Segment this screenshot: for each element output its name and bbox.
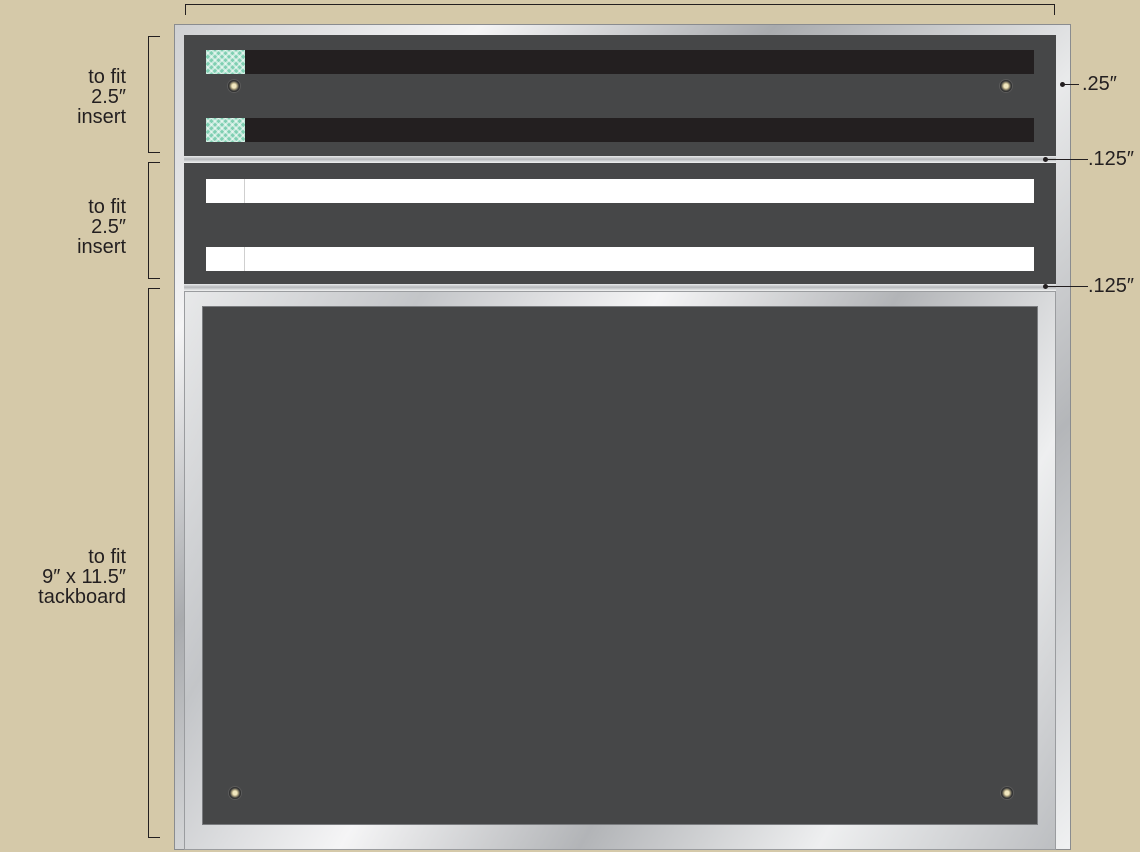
- label-top-line-1: to fit: [88, 66, 126, 88]
- middle-insert-strip-1: [206, 179, 1034, 203]
- label-middle-line-2: 2.5″: [91, 216, 126, 238]
- screw-top-right: [1000, 80, 1012, 92]
- label-middle-line-1: to fit: [88, 196, 126, 218]
- overall-width-line: [185, 4, 1055, 5]
- dim-gap-bottom: .125″: [1088, 275, 1135, 297]
- label-middle-insert: to fit 2.5″ insert: [40, 197, 126, 257]
- bracket-top-vertical: [148, 36, 149, 153]
- top-insert-strip-2: [206, 118, 1034, 142]
- divider-1: [184, 156, 1056, 163]
- bracket-top-cap: [148, 36, 160, 37]
- green-tab-2: [206, 118, 245, 142]
- label-top-line-2: 2.5″: [91, 86, 126, 108]
- label-middle-line-3: insert: [77, 236, 126, 258]
- bracket-middle-foot: [148, 278, 160, 279]
- dim-gap-top: .25″: [1082, 73, 1117, 95]
- label-tackboard-line-3: tackboard: [38, 586, 126, 608]
- overall-width-tick-right: [1054, 4, 1055, 15]
- bracket-top-foot: [148, 152, 160, 153]
- bracket-middle-vertical: [148, 162, 149, 279]
- bracket-bottom-cap: [148, 288, 160, 289]
- dim-gap-middle: .125″: [1088, 148, 1135, 170]
- label-top-line-3: insert: [77, 106, 126, 128]
- bracket-middle-cap: [148, 162, 160, 163]
- callout-line-3: [1046, 286, 1088, 287]
- green-tab-1: [206, 50, 245, 74]
- middle-insert-strip-2: [206, 247, 1034, 271]
- screw-bottom-left: [229, 787, 241, 799]
- callout-line-1: [1063, 84, 1079, 85]
- white-tab-2: [206, 247, 245, 271]
- bracket-bottom-vertical: [148, 288, 149, 838]
- callout-line-2: [1046, 159, 1088, 160]
- screw-bottom-right: [1001, 787, 1013, 799]
- overall-width-tick-left: [185, 4, 186, 15]
- divider-2: [184, 284, 1056, 291]
- tackboard: [203, 307, 1037, 824]
- top-insert-strip-1: [206, 50, 1034, 74]
- label-top-insert: to fit 2.5″ insert: [40, 67, 126, 127]
- bracket-bottom-foot: [148, 837, 160, 838]
- label-tackboard: to fit 9″ x 11.5″ tackboard: [4, 547, 126, 607]
- screw-top-left: [228, 80, 240, 92]
- white-tab-1: [206, 179, 245, 203]
- label-tackboard-line-1: to fit: [88, 546, 126, 568]
- label-tackboard-line-2: 9″ x 11.5″: [42, 566, 126, 588]
